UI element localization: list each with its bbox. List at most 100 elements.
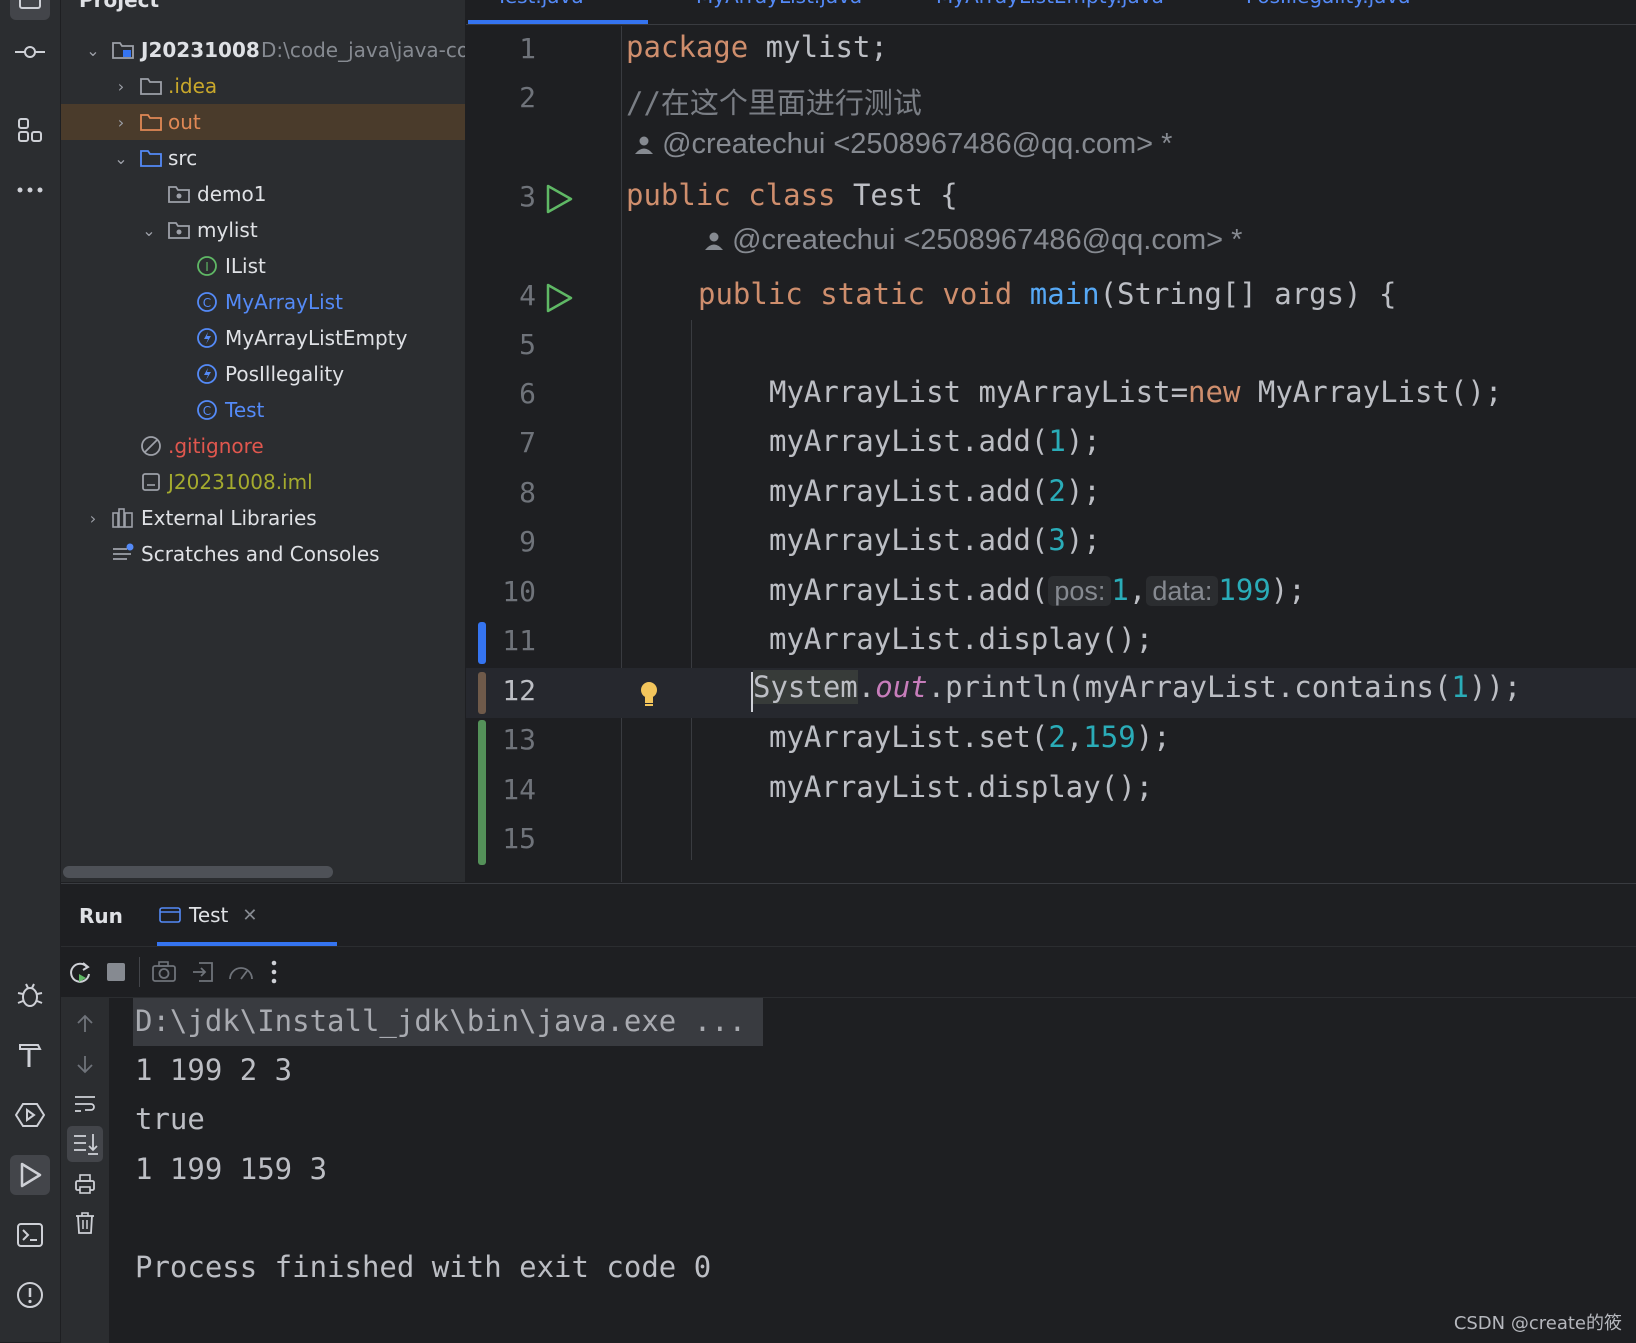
- tree-item-myarraylistempty[interactable]: MyArrayListEmpty: [61, 320, 465, 356]
- problems-icon[interactable]: [10, 1275, 50, 1315]
- line-number: 5: [519, 328, 536, 361]
- code-line-3[interactable]: public class Test {: [626, 178, 958, 212]
- tree-item-ilist[interactable]: I IList: [61, 248, 465, 284]
- tree-item-label: out: [168, 110, 201, 134]
- tree-item-mylist[interactable]: ⌄ mylist: [61, 212, 465, 248]
- active-tab-indicator: [468, 20, 648, 24]
- tree-item-myarraylist[interactable]: C MyArrayList: [61, 284, 465, 320]
- code-token: (String[] args) {: [1099, 277, 1397, 311]
- line-number: 2: [519, 81, 536, 114]
- tree-item-external-libraries[interactable]: › External Libraries: [61, 500, 465, 536]
- tree-item-gitignore[interactable]: .gitignore: [61, 428, 465, 464]
- arrow-down-icon[interactable]: [73, 1052, 97, 1080]
- line-number: 10: [502, 575, 536, 608]
- code-token: main: [1029, 277, 1100, 311]
- code-token: 1: [1111, 573, 1129, 607]
- build-hammer-icon[interactable]: [10, 1035, 50, 1075]
- run-class-gutter-icon[interactable]: [544, 183, 574, 219]
- code-line-12[interactable]: System.out.println(myArrayList.contains(…: [753, 670, 1521, 704]
- tree-item-src[interactable]: ⌄ src: [61, 140, 465, 176]
- chevron-right-icon[interactable]: ›: [83, 509, 103, 528]
- code-line-8[interactable]: myArrayList.add(2);: [769, 474, 1101, 508]
- tree-item-label: IList: [225, 254, 266, 278]
- run-panel-header: Run Test ✕: [61, 884, 1636, 947]
- line-number-current: 12: [502, 674, 536, 707]
- lightbulb-intention-icon[interactable]: [638, 680, 660, 712]
- camera-snapshot-icon[interactable]: [151, 960, 177, 988]
- tree-item-out[interactable]: › out: [61, 104, 465, 140]
- code-line-11[interactable]: myArrayList.display();: [769, 622, 1153, 656]
- indent-guide: [691, 320, 692, 860]
- run-tab-test[interactable]: Test ✕: [159, 898, 257, 932]
- tree-item-idea[interactable]: › .idea: [61, 68, 465, 104]
- tree-item-iml[interactable]: J20231008.iml: [61, 464, 465, 500]
- terminal-icon[interactable]: [10, 1215, 50, 1255]
- console-command-line[interactable]: D:\jdk\Install_jdk\bin\java.exe ...: [135, 1004, 746, 1038]
- code-line-7[interactable]: myArrayList.add(1);: [769, 424, 1101, 458]
- tree-item-label: demo1: [197, 182, 267, 206]
- debug-icon[interactable]: [10, 975, 50, 1015]
- active-run-tab-indicator: [157, 942, 337, 946]
- horizontal-scrollbar[interactable]: [63, 866, 333, 878]
- more-icon[interactable]: [10, 170, 50, 210]
- code-line-9[interactable]: myArrayList.add(3);: [769, 523, 1101, 557]
- tab-posillegality-java[interactable]: PosIllegality.java: [1246, 0, 1410, 8]
- line-number: 11: [502, 624, 536, 657]
- tab-test-java[interactable]: Test.java: [496, 0, 584, 8]
- class-icon: C: [195, 398, 219, 422]
- structure-icon[interactable]: [10, 110, 50, 150]
- stop-icon[interactable]: [107, 963, 125, 981]
- code-token: 1: [1451, 670, 1469, 704]
- chevron-right-icon[interactable]: ›: [111, 113, 131, 132]
- run-tool-icon[interactable]: [10, 1155, 50, 1195]
- code-line-2[interactable]: //在这个里面进行测试: [626, 80, 922, 122]
- watermark: CSDN @create的筱: [1453, 1313, 1622, 1334]
- tab-myarraylist-java[interactable]: MyArrayList.java: [696, 0, 862, 8]
- code-line-1[interactable]: package mylist;: [626, 30, 888, 64]
- code-line-10[interactable]: myArrayList.add(pos: 1, data: 199);: [769, 573, 1306, 607]
- code-line-14[interactable]: myArrayList.display();: [769, 770, 1153, 804]
- person-icon: [635, 136, 653, 154]
- profiler-gauge-icon[interactable]: [227, 960, 255, 988]
- code-token: );: [1065, 474, 1101, 508]
- soft-wrap-icon[interactable]: [73, 1092, 97, 1120]
- code-line-13[interactable]: myArrayList.set(2,159);: [769, 720, 1171, 754]
- console-output-line: 1 199 159 3: [135, 1152, 328, 1186]
- tab-myarraylistempty-java[interactable]: MyArrayListEmpty.java: [936, 0, 1164, 8]
- chevron-down-icon[interactable]: ⌄: [83, 41, 103, 60]
- code-line-6[interactable]: MyArrayList myArrayList=new MyArrayList(…: [769, 375, 1502, 409]
- chevron-right-icon[interactable]: ›: [111, 77, 131, 96]
- tree-item-test[interactable]: C Test: [61, 392, 465, 428]
- print-icon[interactable]: [73, 1172, 97, 1200]
- tree-root[interactable]: ⌄ J20231008 D:\code_java\java-coc: [61, 32, 465, 68]
- commit-icon[interactable]: [10, 32, 50, 72]
- line-number: 14: [502, 773, 536, 806]
- arrow-up-icon[interactable]: [73, 1012, 97, 1040]
- project-root-name: J20231008: [141, 38, 260, 62]
- trash-icon[interactable]: [73, 1210, 97, 1240]
- close-tab-icon[interactable]: ✕: [242, 905, 257, 926]
- more-options-icon[interactable]: [269, 957, 279, 991]
- class-icon: C: [195, 290, 219, 314]
- code-line-4[interactable]: public static void main(String[] args) {: [698, 277, 1396, 311]
- chevron-down-icon[interactable]: ⌄: [111, 149, 131, 168]
- rerun-icon[interactable]: [67, 959, 93, 989]
- exit-icon[interactable]: [191, 960, 215, 988]
- run-main-gutter-icon[interactable]: [544, 282, 574, 318]
- tree-item-demo1[interactable]: demo1: [61, 176, 465, 212]
- code-token: );: [1135, 720, 1171, 754]
- code-token: 199: [1218, 573, 1271, 607]
- code-token: new: [1188, 375, 1241, 409]
- tree-item-scratches[interactable]: Scratches and Consoles: [61, 536, 465, 572]
- code-token: );: [1270, 573, 1306, 607]
- chevron-down-icon[interactable]: ⌄: [139, 221, 159, 240]
- code-token: ,: [1065, 720, 1084, 754]
- line-number: 1: [519, 32, 536, 65]
- code-token: Test {: [835, 178, 958, 212]
- project-view-icon[interactable]: [10, 0, 50, 20]
- code-token: out: [875, 670, 928, 704]
- tree-item-posillegality[interactable]: PosIllegality: [61, 356, 465, 392]
- scroll-to-end-toggle[interactable]: [67, 1126, 103, 1162]
- services-icon[interactable]: [10, 1095, 50, 1135]
- author-hint-text: @createchui <2508967486@qq.com> *: [732, 224, 1243, 256]
